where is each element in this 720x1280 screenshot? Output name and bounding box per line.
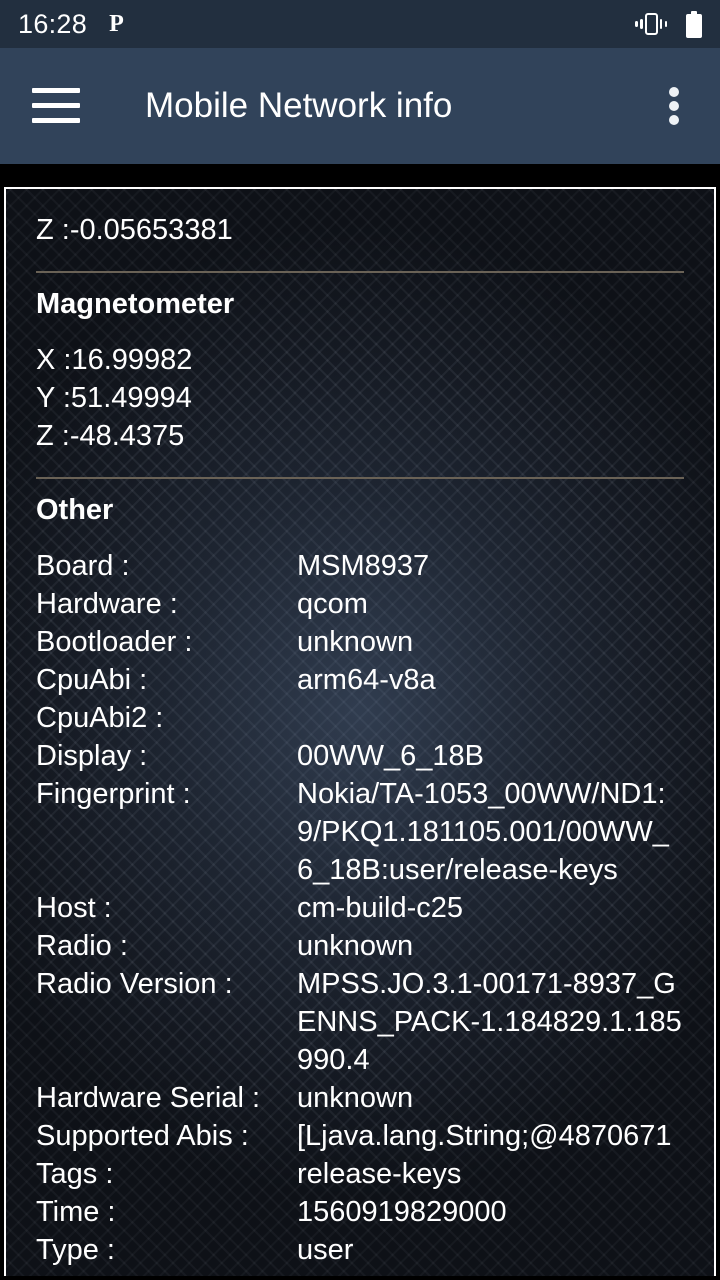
sensor-line: X :16.99982 <box>36 344 193 376</box>
info-label: Fingerprint : <box>36 778 191 810</box>
info-value: user <box>297 1234 354 1266</box>
info-label: Host : <box>36 892 112 924</box>
sensor-line: Z :-0.05653381 <box>36 214 233 246</box>
info-value: unknown <box>297 1082 414 1114</box>
sensor-line: Y :51.49994 <box>36 382 192 414</box>
info-value: MPSS.JO.3.1-00171-8937_GENNS_PACK-1.1848… <box>297 968 682 1076</box>
info-row: Type : user <box>36 1231 684 1269</box>
info-value: release-keys <box>297 1158 462 1190</box>
info-label: CpuAbi : <box>36 664 148 696</box>
battery-full-icon <box>686 10 702 38</box>
info-label: Type : <box>36 1234 115 1266</box>
info-value: 1560919829000 <box>297 1196 507 1228</box>
info-label: Time : <box>36 1196 116 1228</box>
info-label: Display : <box>36 740 148 772</box>
overflow-menu-icon[interactable] <box>658 86 690 126</box>
info-row: Fingerprint : Nokia/TA-1053_00WW/ND1:9/P… <box>36 775 684 889</box>
phone-screen: 16:28 P Mobile Network info Z:-0.056533… <box>0 0 720 1280</box>
info-label: Radio Version : <box>36 968 233 1000</box>
info-row: Radio : unknown <box>36 927 684 965</box>
info-label: Board : <box>36 550 130 582</box>
info-label: Bootloader : <box>36 626 193 658</box>
status-bar-left: 16:28 P <box>18 8 124 39</box>
notification-p-icon: P <box>109 11 124 37</box>
info-scroll-body[interactable]: Z :-0.05653381 Magnetometer X :16.99982 … <box>6 189 714 1276</box>
info-row: Board : MSM8937 <box>36 547 684 585</box>
info-label: Tags : <box>36 1158 114 1190</box>
info-row: Hardware Serial : unknown <box>36 1079 684 1117</box>
info-label: CpuAbi2 : <box>36 702 164 734</box>
info-row: Host : cm-build-c25 <box>36 889 684 927</box>
status-clock: 16:28 <box>18 8 88 39</box>
hamburger-menu-icon[interactable] <box>32 88 80 124</box>
info-row: Hardware : qcom <box>36 585 684 623</box>
page-title: Mobile Network info <box>145 86 453 125</box>
info-value: 00WW_6_18B <box>297 740 484 772</box>
info-value: arm64-v8a <box>297 664 436 696</box>
info-value: Nokia/TA-1053_00WW/ND1:9/PKQ1.181105.001… <box>297 778 669 886</box>
status-bar: 16:28 P <box>0 0 720 48</box>
info-row: Bootloader : unknown <box>36 623 684 661</box>
info-label: Hardware Serial : <box>36 1082 261 1114</box>
info-value: MSM8937 <box>297 550 430 582</box>
info-row: CpuAbi : arm64-v8a <box>36 661 684 699</box>
info-row: Radio Version : MPSS.JO.3.1-00171-8937_G… <box>36 965 684 1079</box>
info-row: Supported Abis : [Ljava.lang.String;@487… <box>36 1117 684 1155</box>
info-value: cm-build-c25 <box>297 892 463 924</box>
info-value: [Ljava.lang.String;@4870671 <box>297 1120 672 1152</box>
info-value: unknown <box>297 930 414 962</box>
status-bar-right <box>634 10 702 38</box>
info-row: Time : 1560919829000 <box>36 1193 684 1231</box>
info-content-card: Z :-0.05653381 Magnetometer X :16.99982 … <box>4 187 716 1276</box>
info-value <box>297 699 684 737</box>
info-label: Supported Abis : <box>36 1120 249 1152</box>
info-value: qcom <box>297 588 368 620</box>
info-label: Radio : <box>36 930 128 962</box>
info-value: unknown <box>297 626 414 658</box>
info-row: Display : 00WW_6_18B <box>36 737 684 775</box>
app-bar: Mobile Network info <box>0 48 720 164</box>
section-title-magnetometer: Magnetometer <box>36 288 235 320</box>
sensor-line: Z :-48.4375 <box>36 420 185 452</box>
vibrate-icon <box>634 11 668 37</box>
info-row: CpuAbi2 : <box>36 699 684 737</box>
info-label: Hardware : <box>36 588 178 620</box>
section-title-other: Other <box>36 494 114 526</box>
info-row: Tags : release-keys <box>36 1155 684 1193</box>
